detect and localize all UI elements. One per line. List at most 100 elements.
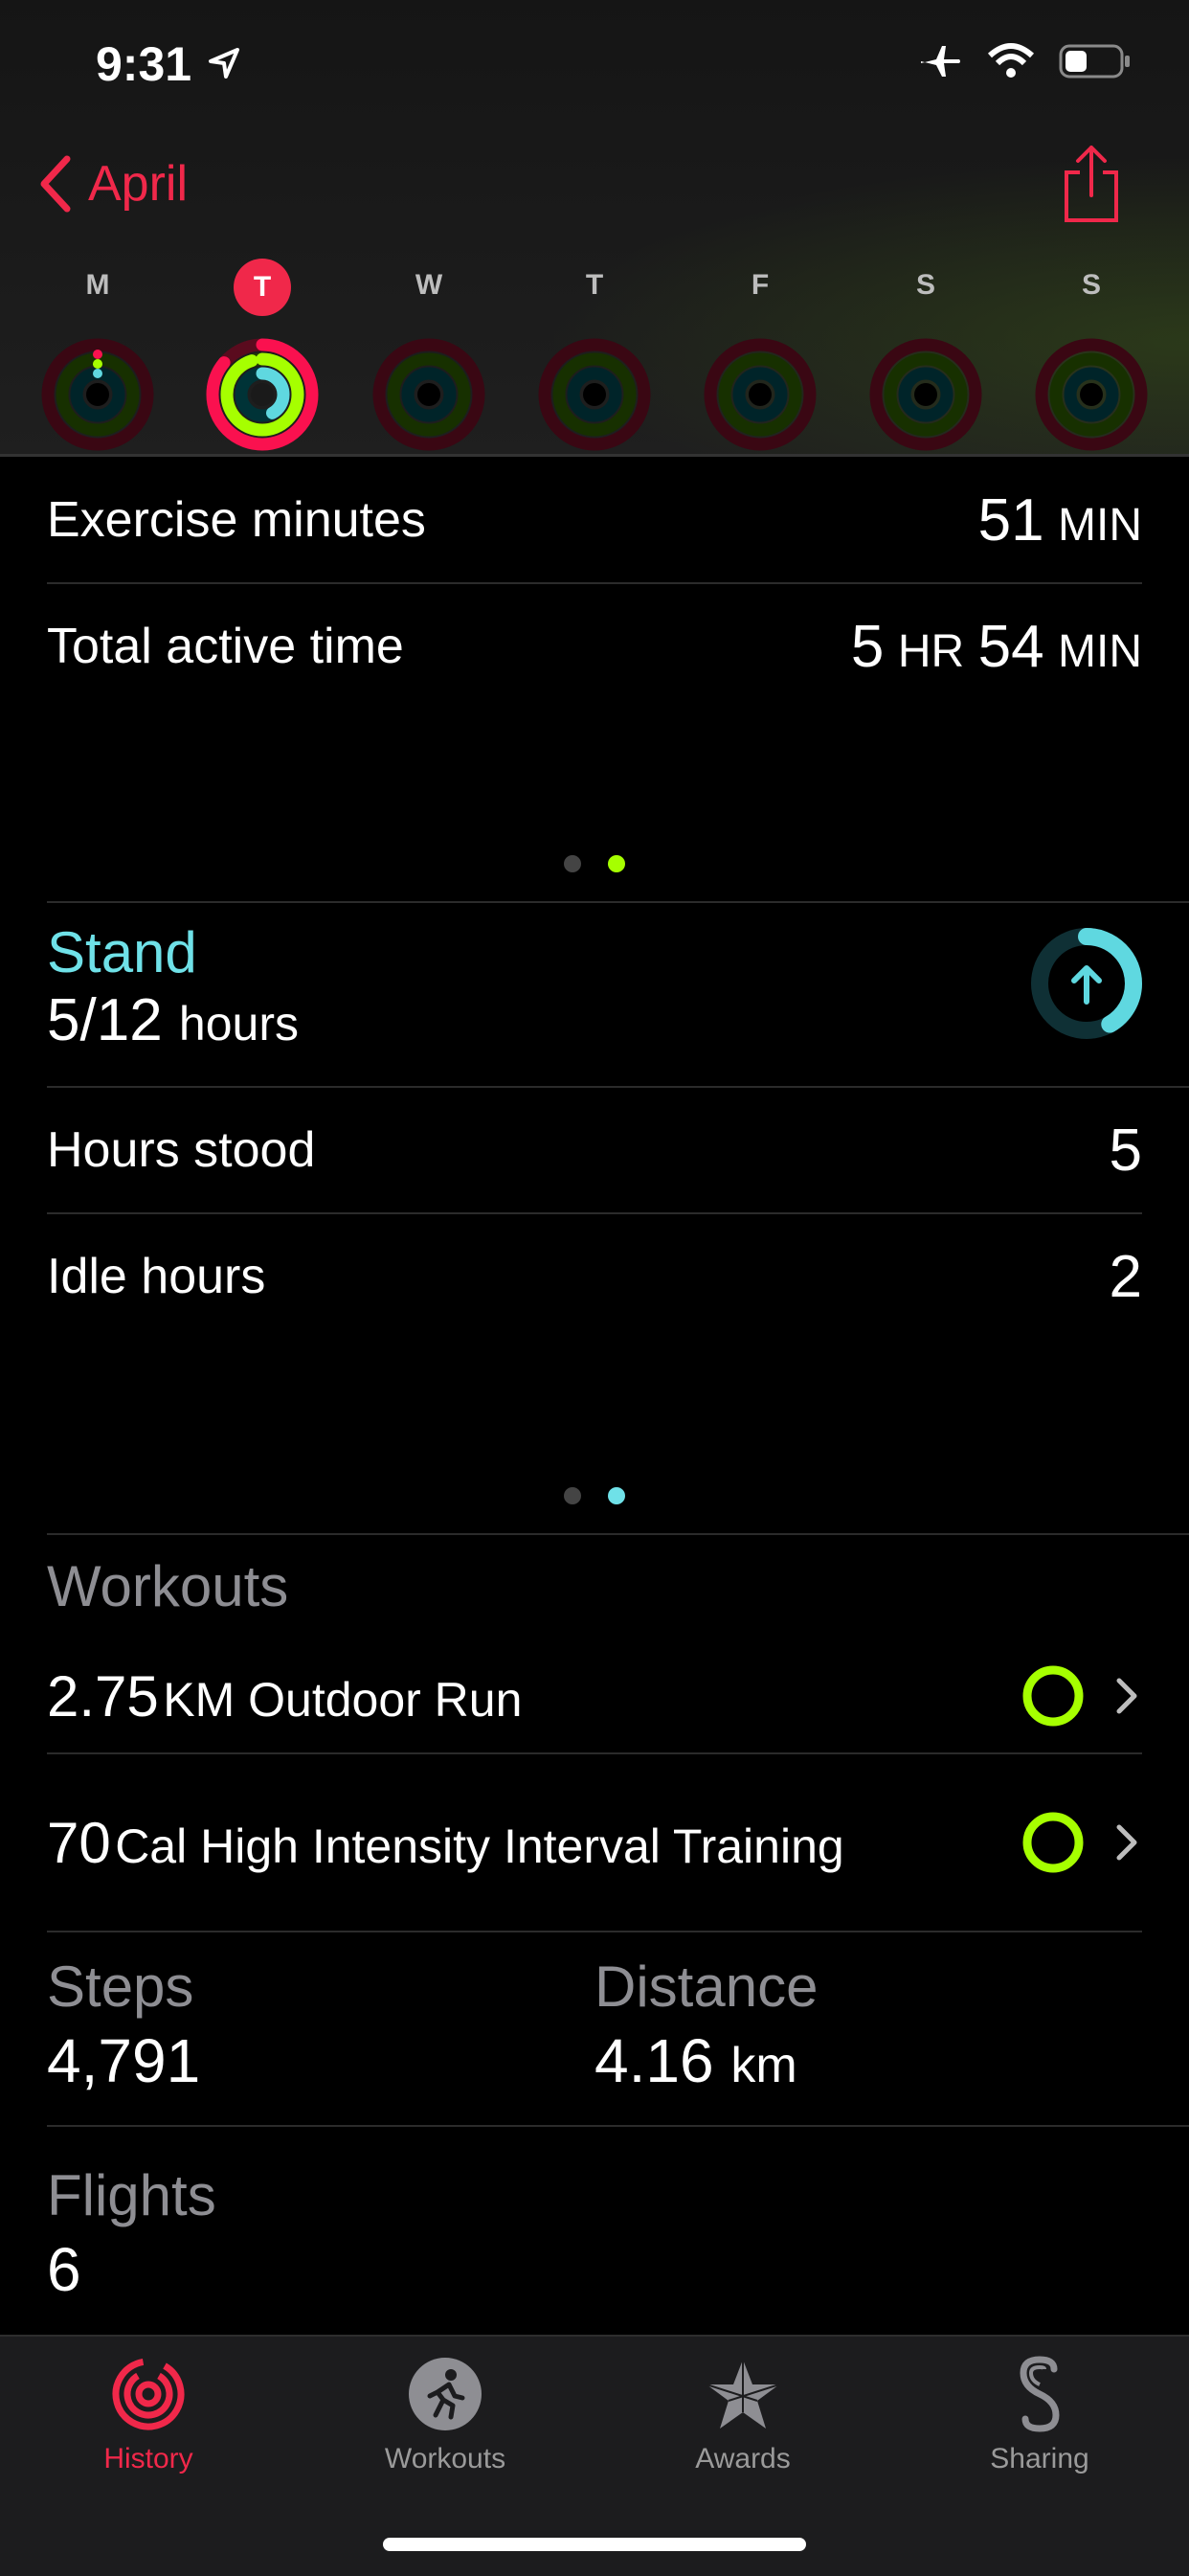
stand-title: Stand	[47, 920, 197, 984]
distance-unit: km	[730, 2038, 797, 2093]
stand-value-unit: hours	[178, 997, 299, 1051]
week-day-0[interactable]: M	[31, 259, 165, 452]
exercise-minutes-number: 51	[977, 486, 1044, 554]
distance-value: 4.16 km	[594, 2025, 797, 2096]
total-active-time-value: 5 HR 54 MIN	[851, 613, 1142, 681]
star-award-icon	[706, 2360, 780, 2429]
exercise-minutes-value: 51 MIN	[978, 486, 1142, 554]
hours-stood-label: Hours stood	[47, 1122, 316, 1178]
airplane-icon	[921, 46, 960, 77]
tab-history[interactable]: History	[29, 2356, 268, 2475]
week-day-5[interactable]: S	[859, 259, 993, 452]
week-day-label: S	[915, 269, 935, 301]
exercise-minutes-row: Exercise minutes 51 MIN	[47, 458, 1142, 584]
week-day-6[interactable]: S	[1024, 259, 1158, 452]
history-rings-icon	[112, 2358, 185, 2430]
distance-label: Distance	[594, 1955, 819, 2019]
back-button[interactable]: April	[34, 153, 188, 215]
tab-label: Workouts	[384, 2443, 506, 2474]
flights-value: 6	[47, 2235, 81, 2304]
idle-hours-label: Idle hours	[47, 1249, 266, 1304]
status-icons	[917, 42, 1132, 80]
tab-sharing[interactable]: Sharing	[920, 2356, 1159, 2475]
page-dot-active	[608, 855, 625, 872]
week-day-label: W	[415, 269, 443, 301]
steps-value: 4,791	[47, 2026, 201, 2095]
page-dot	[564, 855, 581, 872]
battery-icon	[1059, 44, 1130, 79]
exercise-page-indicator[interactable]	[0, 855, 1189, 872]
steps-label: Steps	[47, 1955, 194, 2019]
week-day-4[interactable]: F	[693, 259, 827, 452]
share-icon	[1065, 146, 1118, 222]
tab-awards[interactable]: Awards	[623, 2356, 863, 2475]
back-label: April	[88, 156, 189, 212]
runner-icon	[409, 2358, 482, 2430]
workout-row-accessories	[1020, 1809, 1142, 1876]
page-dot	[564, 1487, 581, 1504]
activity-rings-icon	[704, 338, 817, 451]
workout-title: 2.75 KM Outdoor Run	[47, 1663, 522, 1729]
location-arrow-icon	[208, 48, 239, 79]
week-day-3[interactable]: T	[527, 259, 662, 452]
hours-stood-value: 5	[1109, 1117, 1142, 1184]
activity-header: 9:31 April M T W T F S S	[0, 0, 1189, 457]
activity-rings-icon	[206, 338, 319, 451]
home-indicator[interactable]	[383, 2538, 806, 2551]
page-dot-active	[608, 1487, 625, 1504]
active-hours-unit: HR	[897, 625, 965, 677]
workouts-section-title: Workouts	[47, 1554, 289, 1618]
week-day-label: M	[85, 269, 110, 301]
divider	[47, 2125, 1189, 2127]
week-day-1[interactable]: T	[195, 259, 329, 452]
total-active-time-label: Total active time	[47, 619, 404, 674]
hours-stood-row: Hours stood 5	[47, 1088, 1142, 1214]
active-hours-number: 5	[850, 613, 885, 680]
stand-ring-icon	[1031, 928, 1142, 1039]
wifi-icon	[987, 43, 1035, 78]
stand-value: 5/12 hours	[47, 986, 299, 1054]
total-active-time-row: Total active time 5 HR 54 MIN	[47, 584, 1142, 709]
workout-row-accessories	[1020, 1662, 1142, 1729]
status-time: 9:31	[96, 36, 243, 92]
tab-workouts[interactable]: Workouts	[325, 2356, 565, 2475]
exercise-ring-icon	[1022, 1665, 1084, 1727]
exercise-minutes-label: Exercise minutes	[47, 492, 426, 548]
tab-label: Awards	[695, 2443, 791, 2474]
week-day-label: S	[1081, 269, 1101, 301]
week-day-label: F	[751, 269, 770, 301]
active-minutes-number: 54	[977, 613, 1044, 680]
chevron-left-icon	[40, 155, 71, 213]
week-day-label: T	[234, 259, 291, 316]
workout-row-outdoor-run[interactable]: 2.75 KM Outdoor Run	[47, 1639, 1142, 1754]
chevron-right-icon	[1116, 1824, 1137, 1861]
flights-label: Flights	[47, 2163, 216, 2227]
week-strip: MTWTFSS	[0, 259, 1189, 451]
exercise-minutes-unit: MIN	[1058, 499, 1142, 551]
sharing-icon	[1020, 2356, 1060, 2432]
workout-amount: 2.75	[47, 1663, 159, 1729]
week-day-2[interactable]: W	[362, 259, 496, 452]
share-button[interactable]	[1061, 144, 1122, 229]
activity-rings-icon	[41, 338, 154, 451]
divider	[47, 1533, 1189, 1535]
exercise-ring-icon	[1022, 1812, 1084, 1873]
workout-title: 70 Cal High Intensity Interval Training	[47, 1810, 844, 1876]
tab-label: History	[103, 2443, 193, 2474]
stand-value-number: 5/12	[47, 987, 163, 1053]
divider	[47, 901, 1189, 903]
workout-amount: 70	[47, 1810, 111, 1875]
tab-label: Sharing	[990, 2443, 1089, 2474]
workout-name: Cal High Intensity Interval Training	[115, 1819, 844, 1873]
stand-page-indicator[interactable]	[0, 1487, 1189, 1504]
activity-rings-icon	[372, 338, 485, 451]
workout-name: KM Outdoor Run	[163, 1672, 523, 1727]
activity-rings-icon	[538, 338, 651, 451]
workout-row-hiit[interactable]: 70 Cal High Intensity Interval Training	[47, 1754, 1142, 1932]
status-time-text: 9:31	[96, 37, 192, 91]
idle-hours-row: Idle hours 2	[47, 1214, 1142, 1339]
idle-hours-value: 2	[1109, 1243, 1142, 1310]
week-day-label: T	[585, 269, 604, 301]
activity-rings-icon	[1035, 338, 1148, 451]
active-minutes-unit: MIN	[1058, 625, 1142, 677]
